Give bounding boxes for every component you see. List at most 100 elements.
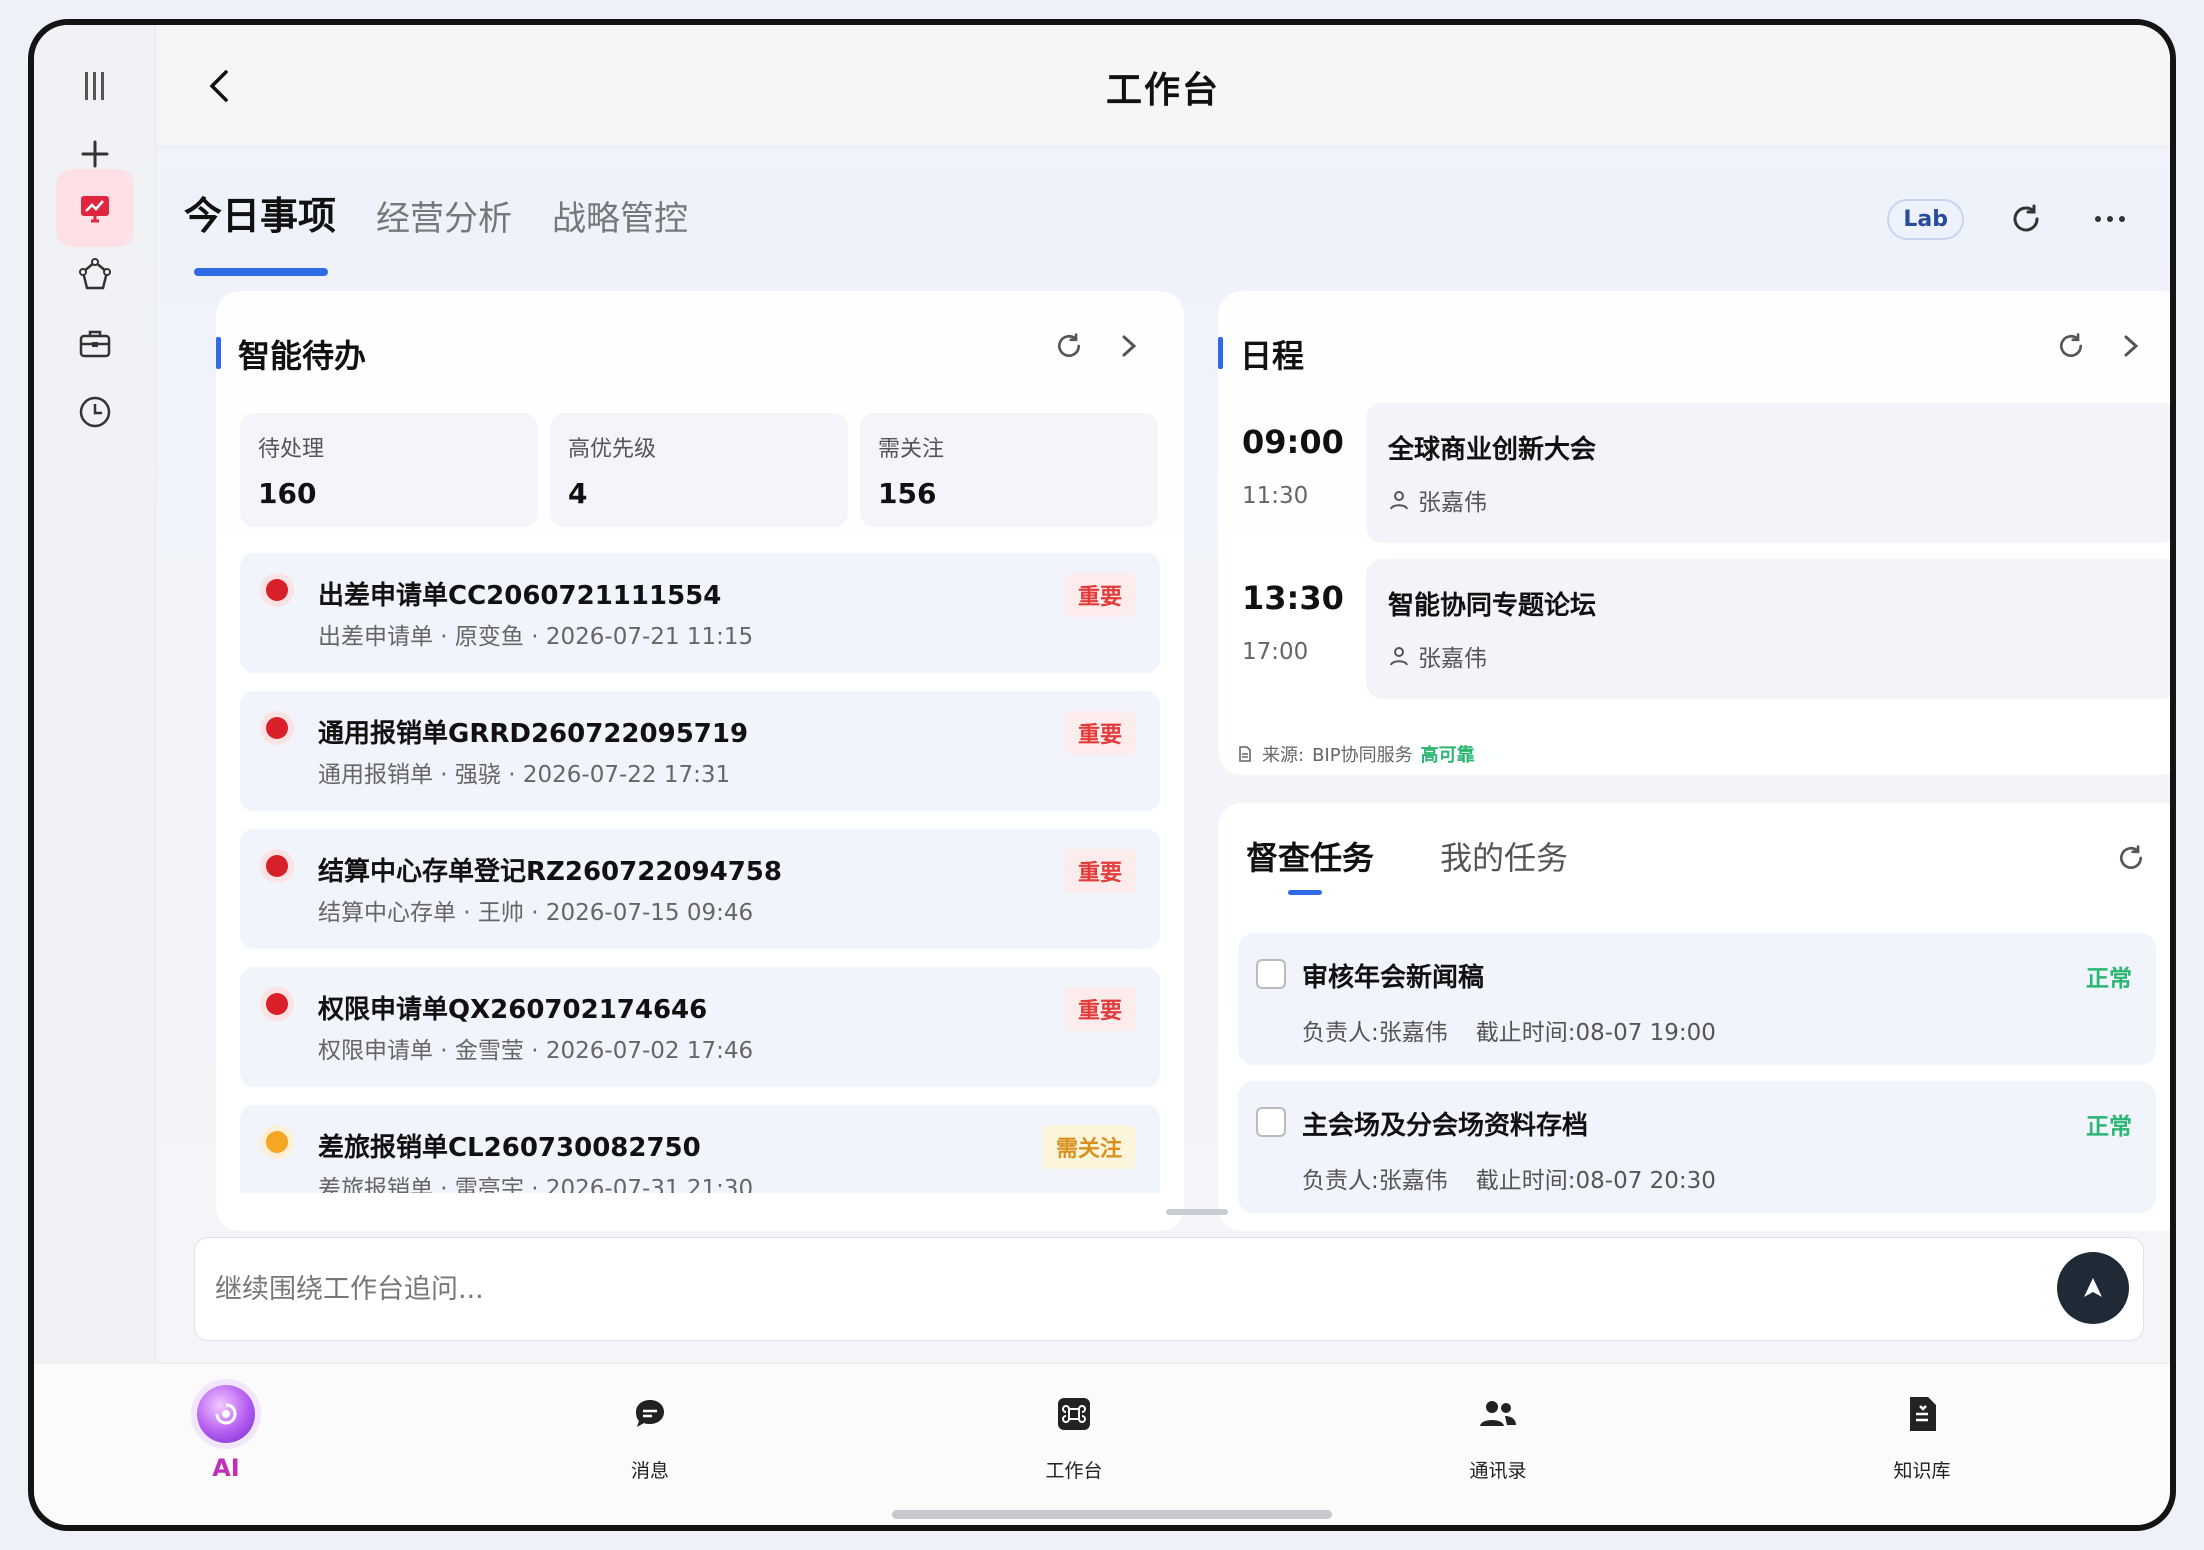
tab-my-tasks[interactable]: 我的任务 (1440, 833, 1568, 879)
document-icon (1910, 1397, 1936, 1431)
refresh-button[interactable] (2004, 197, 2048, 241)
event-box: 智能协同专题论坛 张嘉伟 (1366, 559, 2170, 699)
priority-dot (266, 855, 288, 877)
chat-icon (636, 1400, 664, 1427)
task-owner: 负责人:张嘉伟 (1302, 1168, 1448, 1194)
priority-tag: 需关注 (1041, 1125, 1136, 1169)
task-checkbox[interactable] (1256, 1107, 1286, 1137)
refresh-icon[interactable] (2056, 331, 2086, 361)
main-area: 工作台 今日事项 经营分析 战略管控 Lab 智能待办 待处理 160 高优先级… (156, 25, 2170, 1363)
status-badge: 正常 (2086, 966, 2132, 992)
priority-tag: 重要 (1063, 987, 1136, 1031)
todo-item[interactable]: 出差申请单CC2060721111554 出差申请单 · 原变鱼 · 2026-… (240, 553, 1160, 673)
clock-icon (79, 396, 111, 428)
chevron-right-icon[interactable] (1114, 331, 1144, 361)
refresh-icon[interactable] (1054, 331, 1084, 361)
todo-meta: 权限申请单 · 金雪莹 · 2026-07-02 17:46 (318, 1038, 754, 1064)
nav-label: 消息 (630, 1460, 669, 1482)
start-time: 13:30 (1242, 579, 1344, 617)
event-title: 智能协同专题论坛 (1388, 591, 1597, 621)
priority-dot (266, 1131, 288, 1153)
nav-icon (1468, 1384, 1528, 1444)
person-icon (1390, 647, 1408, 666)
task-deadline: 截止时间:08-07 20:30 (1475, 1168, 1716, 1194)
ask-input[interactable] (215, 1238, 1915, 1340)
schedule-source: 来源: BIP协同服务 高可靠 (1236, 741, 1475, 767)
tab-business-analysis[interactable]: 经营分析 (376, 191, 512, 254)
todo-name: 结算中心存单登记RZ260722094758 (318, 857, 782, 887)
todo-item[interactable]: 通用报销单GRRD260722095719 通用报销单 · 强骁 · 2026-… (240, 691, 1160, 811)
end-time: 11:30 (1242, 483, 1309, 509)
task-refresh-button[interactable] (2116, 843, 2146, 877)
nav-messages[interactable]: 消息 (550, 1384, 750, 1483)
stat-pending[interactable]: 待处理 160 (240, 413, 538, 527)
priority-dot (266, 717, 288, 739)
reliability-badge: 高可靠 (1420, 745, 1475, 766)
task-tabs: 督查任务 我的任务 (1246, 833, 1568, 895)
todo-item[interactable]: 结算中心存单登记RZ260722094758 结算中心存单 · 王帅 · 202… (240, 829, 1160, 949)
rail-network[interactable] (56, 237, 134, 315)
todo-stats: 待处理 160 高优先级 4 需关注 156 (240, 413, 1158, 527)
chevron-right-icon[interactable] (2116, 331, 2146, 361)
todo-item[interactable]: 权限申请单QX260702174646 权限申请单 · 金雪莹 · 2026-0… (240, 967, 1160, 1087)
rail-history[interactable] (56, 373, 134, 451)
todo-name: 差旅报销单CL260730082750 (318, 1133, 701, 1163)
priority-tag: 重要 (1063, 711, 1136, 755)
task-meta: 负责人:张嘉伟 截止时间:08-07 19:00 (1302, 1013, 1716, 1047)
nav-label: 通讯录 (1469, 1460, 1527, 1482)
priority-tag: 重要 (1063, 849, 1136, 893)
nav-label: AI (212, 1454, 240, 1482)
main-tabs: 今日事项 经营分析 战略管控 (184, 185, 688, 276)
stat-high-priority[interactable]: 高优先级 4 (550, 413, 848, 527)
tab-strategy[interactable]: 战略管控 (552, 191, 688, 254)
todo-item[interactable]: 差旅报销单CL260730082750 差旅报销单 · 雷亮宇 · 2026-0… (240, 1105, 1160, 1193)
todo-name: 通用报销单GRRD260722095719 (318, 719, 749, 749)
bottom-nav: AI 消息 工作台 通讯录 知识库 (34, 1363, 2170, 1525)
home-indicator[interactable] (892, 1510, 1332, 1519)
send-button[interactable] (2057, 1252, 2129, 1324)
schedule-card: 日程 09:00 11:30 全球商业创新大会 张嘉伟 13:30 17:00 … (1218, 291, 2170, 775)
priority-dot (266, 579, 288, 601)
schedule-actions (2056, 331, 2146, 361)
stat-label: 待处理 (258, 437, 325, 462)
send-icon (2084, 1278, 2102, 1297)
end-time: 17:00 (1242, 639, 1309, 665)
nav-icon (1044, 1384, 1104, 1444)
nav-icon (1892, 1384, 1952, 1444)
monitor-chart-icon (81, 196, 109, 223)
stat-attention[interactable]: 需关注 156 (860, 413, 1158, 527)
todo-meta: 出差申请单 · 原变鱼 · 2026-07-21 11:15 (318, 624, 754, 650)
tab-today[interactable]: 今日事项 (184, 185, 336, 276)
more-button[interactable] (2088, 197, 2132, 241)
ai-orb-icon (197, 1385, 255, 1443)
nav-contacts[interactable]: 通讯录 (1398, 1384, 1598, 1483)
file-icon (1239, 746, 1251, 762)
stat-value: 156 (878, 477, 937, 510)
nav-workbench[interactable]: 工作台 (974, 1384, 1174, 1483)
source-name: BIP协同服务 (1312, 745, 1413, 766)
rail-menu[interactable] (56, 47, 134, 125)
tab-supervision-tasks[interactable]: 督查任务 (1246, 833, 1374, 895)
person-icon (1390, 491, 1408, 510)
lab-badge[interactable]: Lab (1887, 198, 1964, 240)
todo-name: 出差申请单CC2060721111554 (318, 581, 722, 611)
nav-knowledge-base[interactable]: 知识库 (1822, 1384, 2022, 1483)
contacts-icon (1480, 1401, 1516, 1426)
task-checkbox[interactable] (1256, 959, 1286, 989)
task-meta: 负责人:张嘉伟 截止时间:08-07 20:30 (1302, 1161, 1716, 1195)
rail-briefcase[interactable] (56, 305, 134, 383)
todo-meta: 结算中心存单 · 王帅 · 2026-07-15 09:46 (318, 900, 754, 926)
task-item[interactable]: 审核年会新闻稿 负责人:张嘉伟 截止时间:08-07 19:00 正常 (1238, 933, 2156, 1065)
drag-handle[interactable] (1166, 1209, 1228, 1215)
schedule-item[interactable]: 13:30 17:00 智能协同专题论坛 张嘉伟 (1238, 559, 2170, 699)
todo-title: 智能待办 (216, 331, 366, 377)
event-person: 张嘉伟 (1388, 483, 1487, 517)
stat-label: 需关注 (878, 437, 945, 462)
task-name: 审核年会新闻稿 (1302, 963, 1485, 993)
priority-dot (266, 993, 288, 1015)
rail-workbench[interactable] (56, 169, 134, 247)
task-item[interactable]: 主会场及分会场资料存档 负责人:张嘉伟 截止时间:08-07 20:30 正常 (1238, 1081, 2156, 1213)
schedule-item[interactable]: 09:00 11:30 全球商业创新大会 张嘉伟 (1238, 403, 2170, 543)
nav-ai[interactable]: AI (126, 1384, 326, 1482)
refresh-icon (2013, 204, 2039, 232)
